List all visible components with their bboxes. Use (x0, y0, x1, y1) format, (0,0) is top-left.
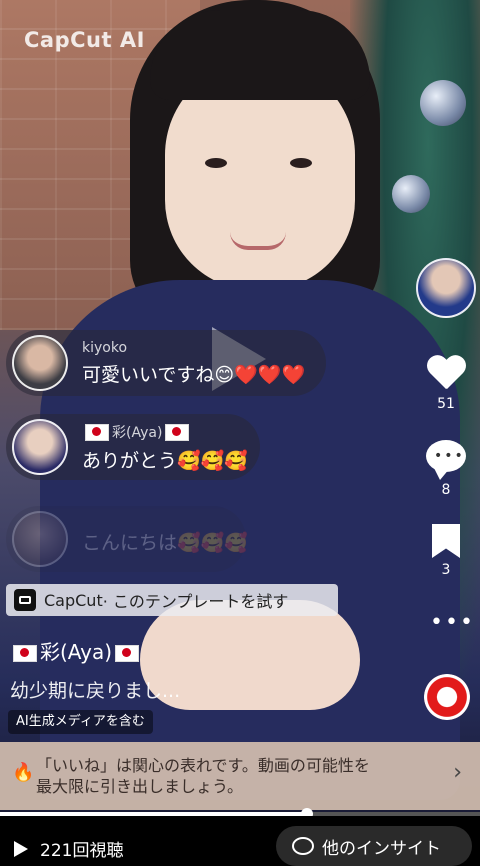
girl-eye-left (205, 158, 227, 168)
japan-flag-icon (115, 645, 140, 662)
like-count: 51 (437, 396, 455, 412)
save-button[interactable]: 3 (422, 524, 470, 578)
girl-eye-right (290, 158, 312, 168)
commenter-name: kiyoko (82, 339, 128, 356)
view-count: 221回視聴 (14, 836, 123, 861)
more-insights-button[interactable]: 他のインサイト (276, 826, 472, 866)
capcut-logo-icon (14, 589, 36, 611)
more-options-icon[interactable]: ••• (430, 612, 475, 634)
post-description[interactable]: 幼少期に戻りまし... (10, 676, 180, 703)
ai-generated-badge: AI生成メディアを含む (8, 710, 153, 734)
commenter-name: 彩(Aya) (82, 422, 248, 442)
commenter-avatar (12, 419, 68, 475)
girl-bangs (150, 10, 370, 100)
comment-bubble-icon: ••• (426, 440, 466, 480)
live-comment: 彩(Aya) ありがとう🥰🥰🥰 (6, 414, 260, 480)
commenter-avatar (12, 511, 68, 567)
like-button[interactable]: 51 (422, 356, 470, 412)
japan-flag-icon (13, 645, 37, 662)
comment-message: こんにちは🥰🥰🥰 (82, 531, 248, 554)
capcut-brand: CapCut (44, 590, 103, 610)
bottom-bar: 221回視聴 他のインサイト (0, 816, 480, 866)
japan-flag-icon (85, 424, 109, 441)
live-comment: こんにちは🥰🥰🥰 (6, 506, 248, 572)
username-link[interactable]: 彩(Aya) (10, 636, 142, 665)
comment-button[interactable]: ••• 8 (422, 440, 470, 498)
capcut-ai-watermark: CapCut AI (24, 28, 145, 52)
comment-message: ありがとう🥰🥰🥰 (82, 449, 248, 472)
ornament (420, 80, 466, 126)
save-count: 3 (441, 562, 451, 578)
music-disc-icon[interactable] (424, 674, 470, 720)
flame-icon: 🔥 (12, 762, 35, 783)
commenter-avatar (12, 335, 68, 391)
comment-count: 8 (441, 482, 451, 498)
creator-avatar[interactable] (416, 258, 476, 318)
eye-icon (292, 837, 314, 855)
like-tip-banner[interactable]: 🔥 「いいね」は関心の表れです。動画の可能性を 最大限に引き出しましょう。 › (0, 742, 480, 810)
tip-text: 「いいね」は関心の表れです。動画の可能性を 最大限に引き出しましょう。 (36, 756, 370, 796)
heart-icon (426, 356, 466, 392)
chevron-right-icon: › (453, 760, 462, 785)
comment-message: 可愛いいですね😊❤️❤️❤️ (82, 363, 306, 386)
bookmark-icon (432, 524, 460, 558)
ornament (392, 175, 430, 213)
capcut-template-link[interactable]: CapCut · このテンプレートを試す (6, 584, 338, 616)
japan-flag-icon (165, 424, 190, 441)
play-count-icon (14, 840, 28, 857)
capcut-cta: · このテンプレートを試す (102, 592, 289, 611)
live-comment: kiyoko 可愛いいですね😊❤️❤️❤️ (6, 330, 326, 396)
